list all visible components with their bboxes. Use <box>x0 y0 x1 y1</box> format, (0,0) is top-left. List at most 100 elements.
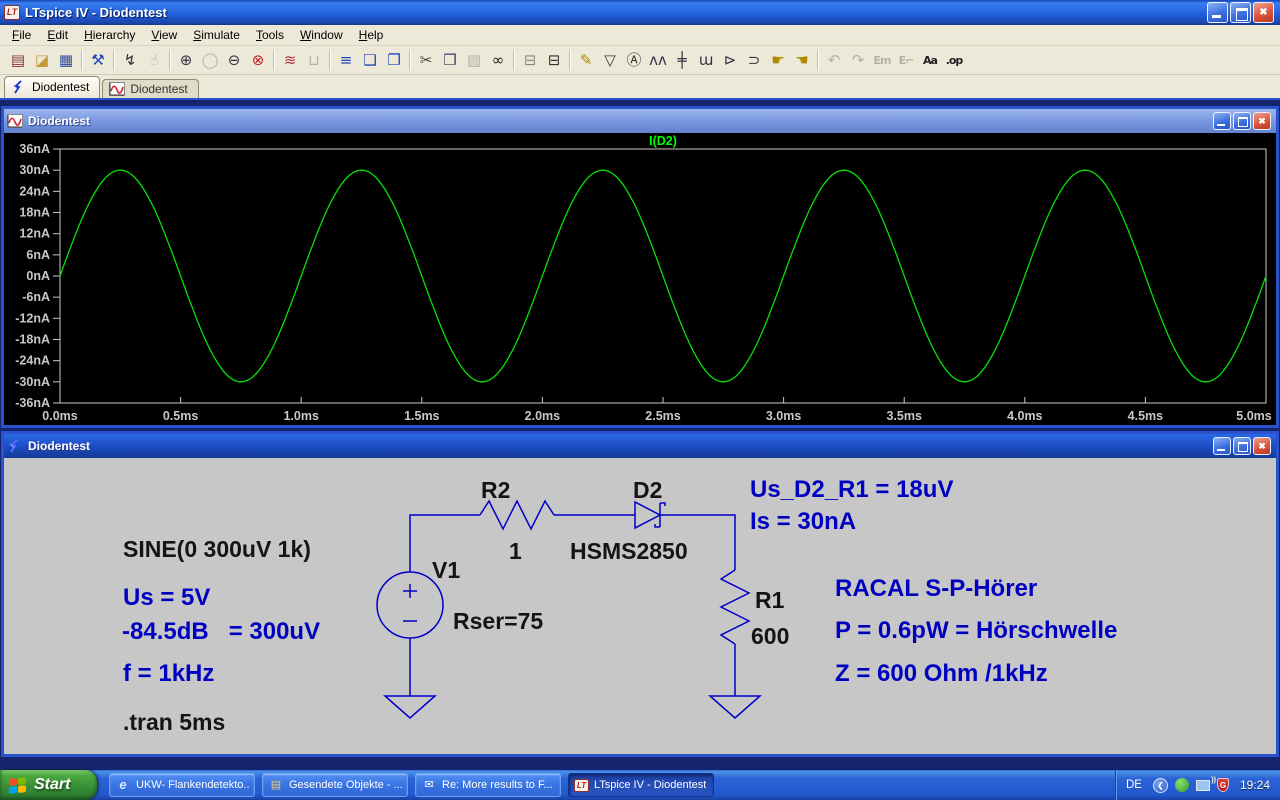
label-v1-value: Rser=75 <box>453 608 543 634</box>
wave-maximize-button[interactable] <box>1233 112 1251 130</box>
sch-minimize-button[interactable] <box>1213 437 1231 455</box>
start-button[interactable]: Start <box>0 770 97 800</box>
schematic-icon <box>7 439 23 453</box>
taskbar-item-gesendete-objekte[interactable]: ▤ Gesendete Objekte - ... <box>262 773 408 797</box>
net-label-icon[interactable]: Ⓐ <box>622 49 646 72</box>
ground-symbol <box>385 696 435 718</box>
toolbar-separator <box>273 50 275 70</box>
toolbar-separator <box>569 50 571 70</box>
clock[interactable]: 19:24 <box>1240 778 1270 792</box>
ground-symbol <box>710 696 760 718</box>
cascade-icon[interactable]: ❐ <box>382 49 406 72</box>
language-indicator[interactable]: DE <box>1126 779 1146 791</box>
tab-bar: Diodentest Diodentest <box>0 75 1280 100</box>
svg-text:3.0ms: 3.0ms <box>766 409 801 423</box>
open-icon[interactable]: ◪ <box>30 49 54 72</box>
find-icon[interactable]: ∞ <box>486 49 510 72</box>
ltspice-icon: LT <box>574 779 589 792</box>
minimize-button[interactable] <box>1207 2 1228 23</box>
svg-text:6nA: 6nA <box>26 248 50 262</box>
pan-axis-icon: ⊔ <box>302 49 326 72</box>
zoom-out-icon[interactable]: ⊖ <box>222 49 246 72</box>
note-db: -84.5dB = 300uV <box>122 618 320 645</box>
menu-hierarchy[interactable]: Hierarchy <box>76 26 143 44</box>
label-r2-ref: R2 <box>481 477 510 503</box>
spice-directive-icon[interactable]: .op <box>942 49 966 72</box>
zoom-in-icon[interactable]: ⊕ <box>174 49 198 72</box>
wave-close-button[interactable]: ✖ <box>1253 112 1271 130</box>
sch-maximize-button[interactable] <box>1233 437 1251 455</box>
svg-text:36nA: 36nA <box>19 142 50 156</box>
save-icon[interactable]: ▦ <box>54 49 78 72</box>
diode-icon[interactable]: ⊳ <box>718 49 742 72</box>
control-panel-icon[interactable]: ⚒ <box>86 49 110 72</box>
svg-text:3.5ms: 3.5ms <box>886 409 921 423</box>
sch-close-button[interactable]: ✖ <box>1253 437 1271 455</box>
print-preview-icon[interactable]: ⊟ <box>518 49 542 72</box>
taskbar-item-ukw[interactable]: e UKW- Flankendetekto... <box>109 773 255 797</box>
inductor-icon[interactable]: ɯ <box>694 49 718 72</box>
redo-icon: ↷ <box>846 49 870 72</box>
schematic-canvas[interactable]: R2 1 D2 HSMS2850 V1 Rser=75 R1 600 SINE(… <box>4 458 1276 754</box>
svg-text:24nA: 24nA <box>19 184 50 198</box>
zoom-full-extents-icon[interactable]: ⊗ <box>246 49 270 72</box>
capacitor-icon[interactable]: ╪ <box>670 49 694 72</box>
schematic-window: Diodentest ✖ <box>1 431 1279 757</box>
toolbar: ▤◪▦⚒↯☝⊕◯⊖⊗≋⊔≡❏❐✂❒▨∞⊟⊟✎▽Ⓐʌʌ╪ɯ⊳⊃☛☚↶↷EmE⌐Aa… <box>0 46 1280 75</box>
menu-simulate[interactable]: Simulate <box>185 26 248 44</box>
text-icon[interactable]: Aa <box>918 49 942 72</box>
task-label: LTspice IV - Diodentest <box>594 779 706 791</box>
menu-file[interactable]: File <box>4 26 39 44</box>
tab-schematic-diodentest[interactable]: Diodentest <box>4 76 100 98</box>
monitor-signal-icon[interactable] <box>1196 780 1210 791</box>
drag-icon[interactable]: ☚ <box>790 49 814 72</box>
run-icon[interactable]: ↯ <box>118 49 142 72</box>
tile-vertically-icon[interactable]: ≡ <box>334 49 358 72</box>
diode-d2-symbol <box>635 502 660 528</box>
menu-help[interactable]: Help <box>351 26 392 44</box>
note-f: f = 1kHz <box>123 660 214 687</box>
waveform-plot[interactable]: 36nA30nA24nA18nA12nA6nA0nA-6nA-12nA-18nA… <box>4 133 1276 425</box>
svg-text:0nA: 0nA <box>26 269 50 283</box>
taskbar-item-ltspice[interactable]: LT LTspice IV - Diodentest <box>568 773 714 797</box>
note-us: Us = 5V <box>123 584 210 611</box>
cut-icon[interactable]: ✂ <box>414 49 438 72</box>
menu-view[interactable]: View <box>143 26 185 44</box>
start-label: Start <box>34 776 70 794</box>
task-items: e UKW- Flankendetekto... ▤ Gesendete Obj… <box>109 773 714 797</box>
close-button[interactable]: ✖ <box>1253 2 1274 23</box>
antivirus-shield-icon[interactable]: G <box>1217 778 1229 792</box>
network-globe-icon[interactable] <box>1175 778 1189 792</box>
autorange-y-icon[interactable]: ≋ <box>278 49 302 72</box>
wire-icon[interactable]: ✎ <box>574 49 598 72</box>
tab-waveform-diodentest[interactable]: Diodentest <box>102 79 198 98</box>
toolbar-separator <box>817 50 819 70</box>
svg-text:30nA: 30nA <box>19 163 50 177</box>
svg-text:1.5ms: 1.5ms <box>404 409 439 423</box>
taskbar-item-mail[interactable]: ✉ Re: More results to F... <box>415 773 561 797</box>
svg-text:0.5ms: 0.5ms <box>163 409 198 423</box>
svg-text:-36nA: -36nA <box>15 396 50 410</box>
maximize-button[interactable] <box>1230 2 1251 23</box>
wave-minimize-button[interactable] <box>1213 112 1231 130</box>
menu-window[interactable]: Window <box>292 26 351 44</box>
component-gate-icon[interactable]: ⊃ <box>742 49 766 72</box>
menu-tools[interactable]: Tools <box>248 26 292 44</box>
move-icon[interactable]: ☛ <box>766 49 790 72</box>
tile-horizontally-icon[interactable]: ❏ <box>358 49 382 72</box>
toolbar-separator <box>329 50 331 70</box>
print-icon[interactable]: ⊟ <box>542 49 566 72</box>
wires <box>377 501 760 718</box>
tray-collapse-icon[interactable]: ❮ <box>1153 778 1168 793</box>
resistor-icon[interactable]: ʌʌ <box>646 49 670 72</box>
sent-folder-icon: ▤ <box>268 778 284 792</box>
task-label: UKW- Flankendetekto... <box>136 779 249 791</box>
new-schematic-icon[interactable]: ▤ <box>6 49 30 72</box>
schematic-window-titlebar: Diodentest ✖ <box>4 434 1276 458</box>
ground-icon[interactable]: ▽ <box>598 49 622 72</box>
waveform-window-title: Diodentest <box>28 114 90 128</box>
task-label: Re: More results to F... <box>442 779 553 791</box>
menu-edit[interactable]: Edit <box>39 26 76 44</box>
copy-icon[interactable]: ❒ <box>438 49 462 72</box>
app-title: LTspice IV - Diodentest <box>25 5 167 20</box>
